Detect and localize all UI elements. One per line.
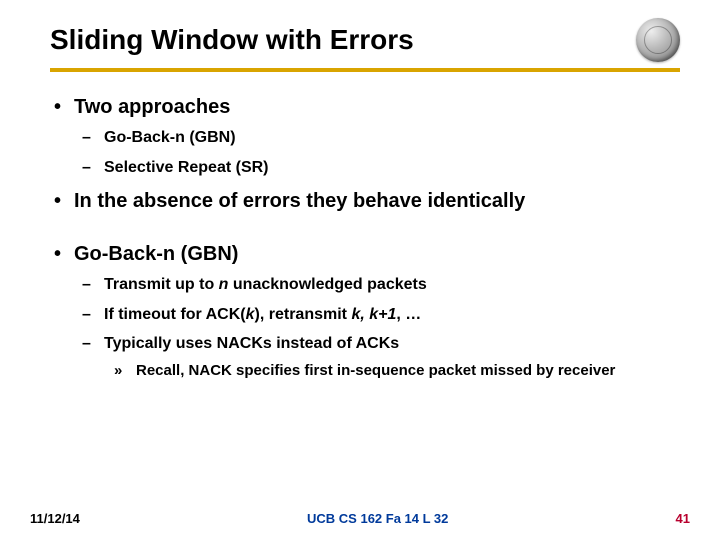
k-seq: k, k+1 (351, 306, 396, 323)
n-var: n (219, 276, 229, 293)
t: If timeout for ACK( (104, 306, 246, 323)
bullet-identical: In the absence of errors they behave ide… (50, 190, 670, 213)
subbullet-sr: Selective Repeat (SR) (74, 157, 670, 179)
k-var: k (246, 306, 255, 323)
footer-page-number: 41 (676, 511, 690, 526)
t: Transmit up to (104, 276, 219, 293)
subsubbullet-recall: Recall, NACK specifies first in-sequence… (104, 361, 670, 381)
subbullet-transmit: Transmit up to n unacknowledged packets (74, 274, 670, 296)
slide-title: Sliding Window with Errors (50, 24, 414, 56)
bullet-gbn: Go-Back-n (GBN) Transmit up to n unackno… (50, 243, 670, 381)
footer-date: 11/12/14 (30, 511, 80, 526)
footer: 11/12/14 UCB CS 162 Fa 14 L 32 41 (0, 511, 720, 526)
university-seal-icon (636, 18, 680, 62)
bullet-text: Typically uses NACKs instead of ACKs (104, 335, 399, 352)
subbullet-timeout: If timeout for ACK(k), retransmit k, k+1… (74, 304, 670, 326)
subbullet-gbn: Go-Back-n (GBN) (74, 127, 670, 149)
slide: Sliding Window with Errors Two approache… (0, 0, 720, 540)
title-row: Sliding Window with Errors (0, 0, 720, 62)
bullet-two-approaches: Two approaches Go-Back-n (GBN) Selective… (50, 96, 670, 178)
t: , … (396, 306, 421, 323)
subbullet-nacks: Typically uses NACKs instead of ACKs Rec… (74, 333, 670, 381)
bullet-text: Two approaches (74, 96, 230, 118)
t: unacknowledged packets (228, 276, 426, 293)
t: ), retransmit (255, 306, 352, 323)
bullet-text: Go-Back-n (GBN) (74, 243, 238, 265)
slide-content: Two approaches Go-Back-n (GBN) Selective… (0, 72, 720, 381)
footer-course: UCB CS 162 Fa 14 L 32 (307, 511, 448, 526)
